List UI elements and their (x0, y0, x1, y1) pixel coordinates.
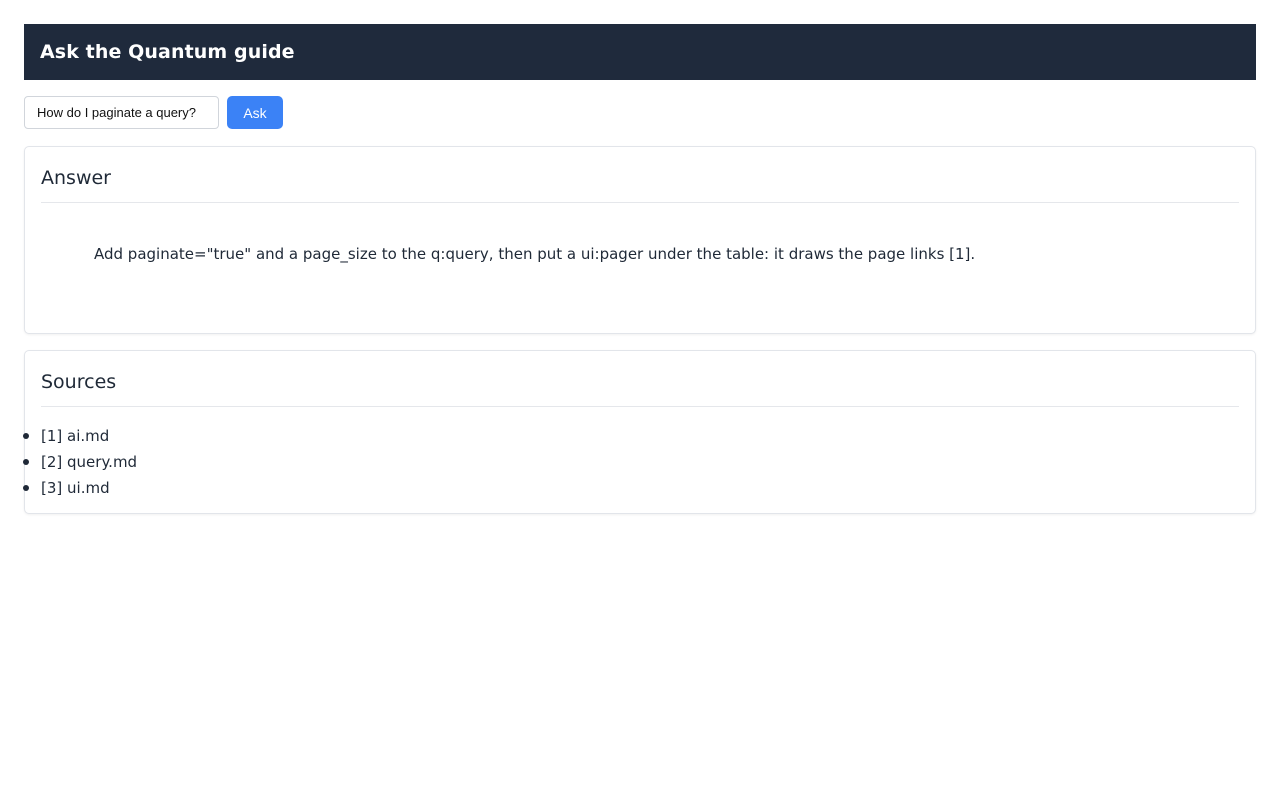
bullet-icon (23, 485, 29, 491)
header-bar: Ask the Quantum guide (24, 24, 1256, 80)
page-title: Ask the Quantum guide (40, 41, 295, 63)
answer-heading: Answer (41, 167, 1239, 203)
source-item: [1] ai.md (23, 423, 137, 449)
bullet-icon (23, 433, 29, 439)
source-label: [3] ui.md (41, 479, 110, 497)
sources-card: Sources [1] ai.md [2] query.md [3] ui.md (23, 350, 1256, 514)
question-input[interactable] (24, 96, 219, 129)
source-item: [3] ui.md (23, 475, 137, 501)
answer-text: Add paginate="true" and a page_size to t… (94, 245, 976, 263)
source-label: [1] ai.md (41, 427, 110, 445)
source-item: [2] query.md (23, 449, 138, 475)
bullet-icon (23, 459, 29, 465)
answer-card: Answer Add paginate="true" and a page_si… (24, 146, 1256, 334)
app: Ask the Quantum guide Ask Answer Add pag… (0, 0, 1280, 800)
ask-button[interactable]: Ask (227, 96, 283, 129)
sources-list: [1] ai.md [2] query.md [3] ui.md (23, 423, 138, 501)
source-label: [2] query.md (41, 453, 138, 471)
ask-form: Ask (24, 96, 283, 129)
sources-heading: Sources (41, 371, 1239, 407)
